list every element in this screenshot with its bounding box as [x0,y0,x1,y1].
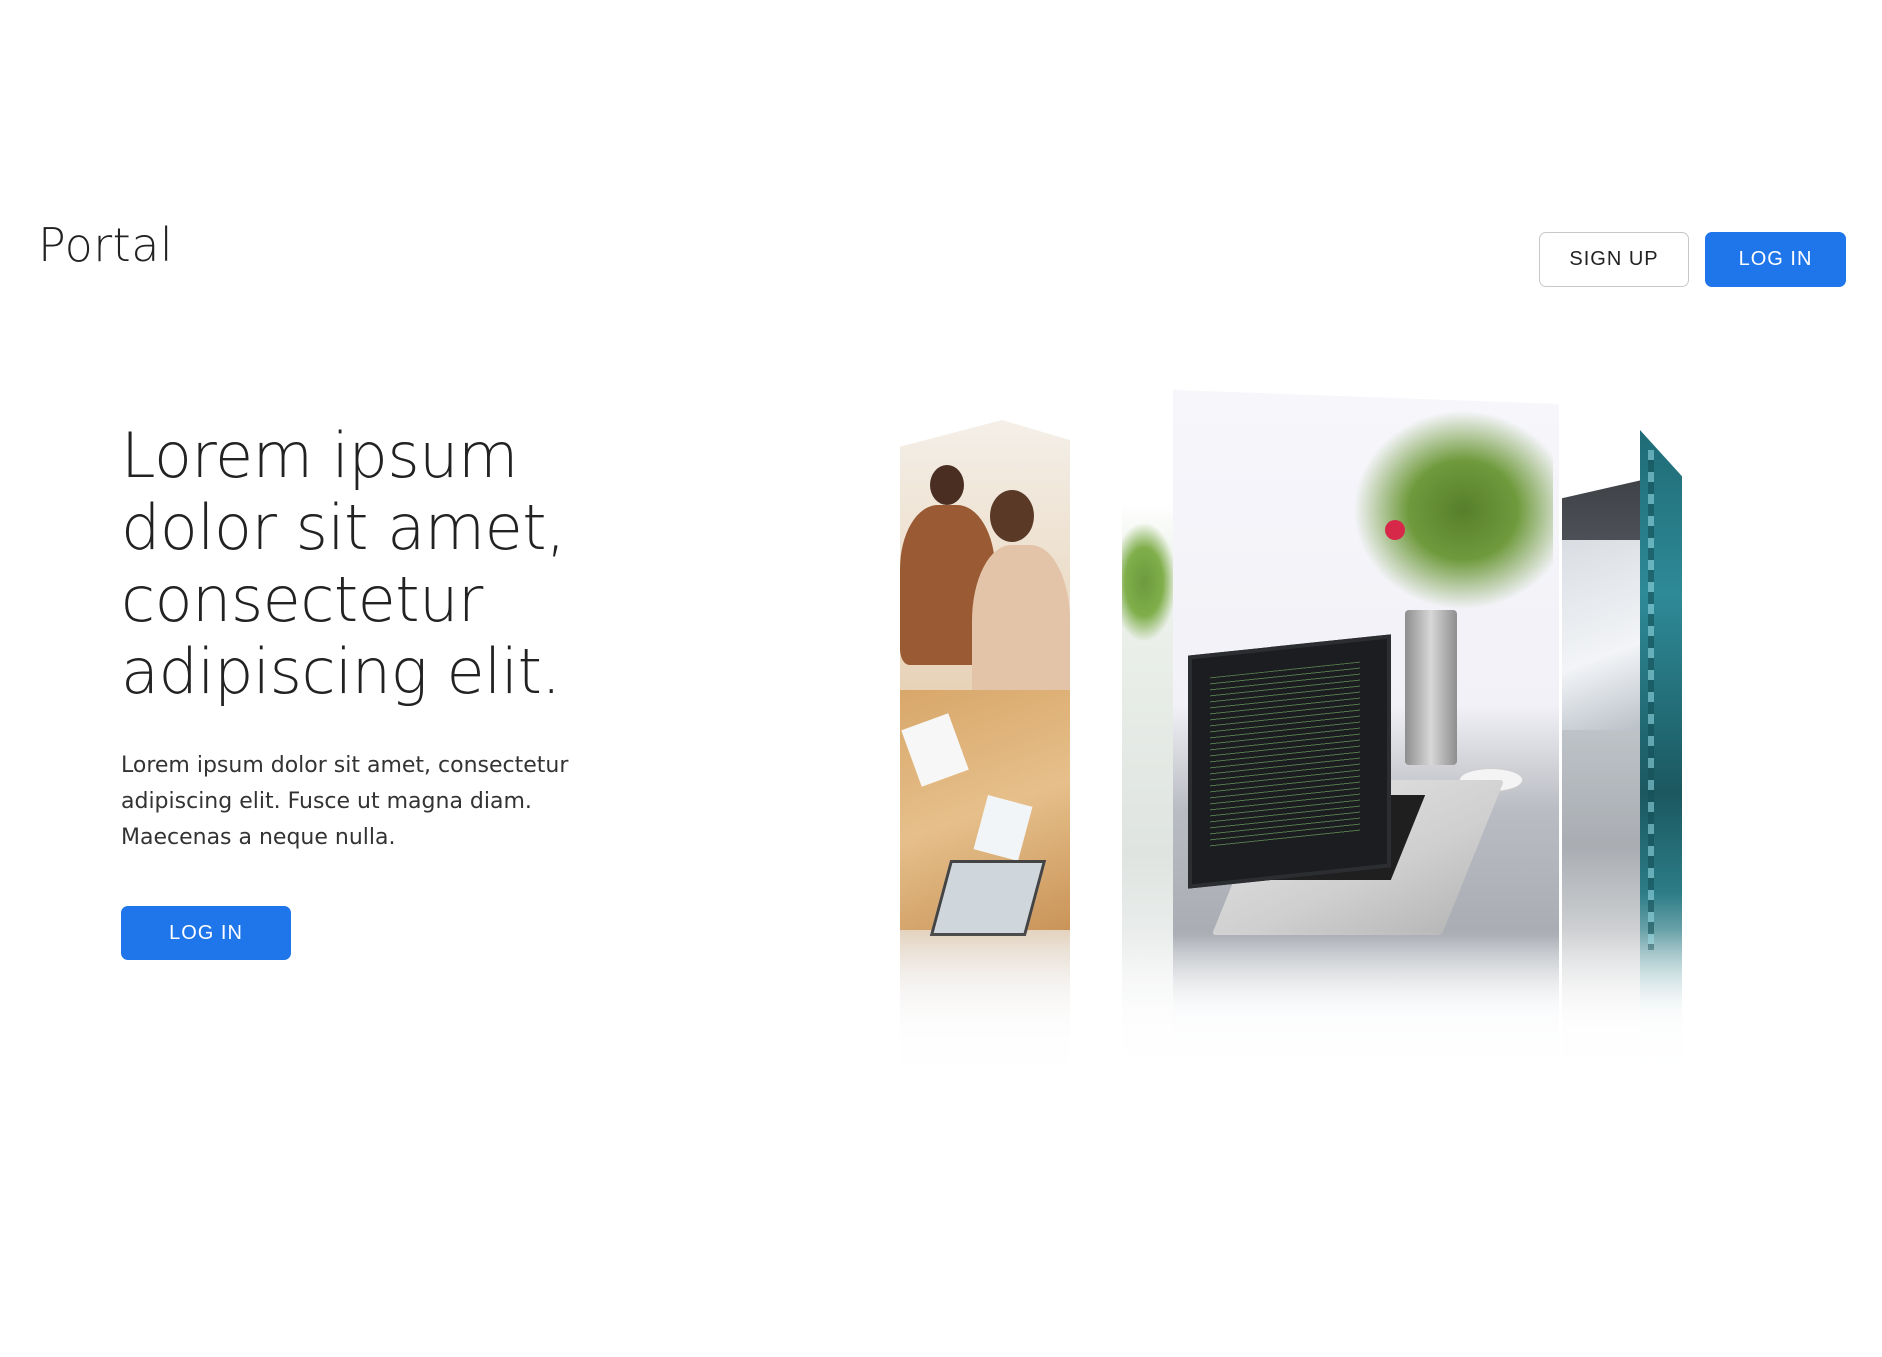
carousel-panel-laptop-desk[interactable] [1173,390,1559,1090]
reflection-fade [1562,930,1642,1090]
carousel-panel-teal[interactable] [1640,430,1682,1090]
reflection-fade [900,930,1070,1090]
flower-image [1385,520,1405,540]
image-carousel[interactable] [900,390,1682,1092]
teal-texture [1648,450,1654,950]
carousel-panel-plant[interactable] [1122,502,1177,1092]
vase-image [1405,610,1457,765]
reflection-fade [1122,932,1177,1092]
reflection-fade [1173,930,1559,1090]
brand-logo[interactable]: Portal [38,222,173,268]
sign-up-button[interactable]: SIGN UP [1539,232,1689,287]
hero-title: Lorem ipsum dolor sit amet, consectetur … [121,419,566,708]
laptop-screen-image [1188,634,1391,889]
hero-section: Lorem ipsum dolor sit amet, consectetur … [121,420,681,960]
laptop-image [929,860,1047,936]
plant-image [1353,410,1553,610]
hero-log-in-button[interactable]: LOG IN [121,906,291,960]
reflection-fade [1640,930,1682,1090]
person-head [990,490,1034,542]
person-head [930,465,964,505]
carousel-panel-laptop[interactable] [1562,480,1642,1090]
hero-description: Lorem ipsum dolor sit amet, consectetur … [121,753,569,850]
code-lines [1210,661,1360,848]
plant-image [1122,522,1177,642]
landing-page: Portal SIGN UP LOG IN Lorem ipsum dolor … [0,0,1882,1357]
carousel-panel-meeting[interactable] [900,420,1070,1090]
header-log-in-button[interactable]: LOG IN [1705,232,1846,287]
laptop-image [1562,540,1642,730]
header-actions: SIGN UP LOG IN [1539,232,1846,287]
